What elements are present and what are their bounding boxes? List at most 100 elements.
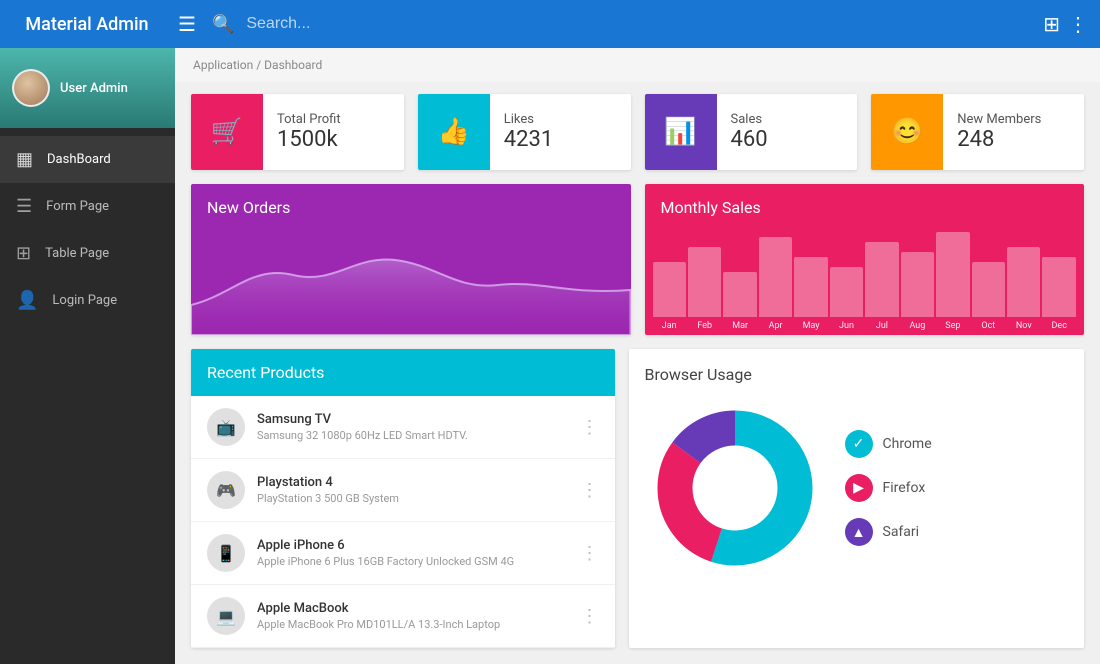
month-label-may: May xyxy=(803,321,820,335)
month-wrap-may: May xyxy=(794,257,827,335)
product-info: Samsung TV Samsung 32 1080p 60Hz LED Sma… xyxy=(257,412,569,442)
month-bar-nov xyxy=(1007,247,1040,317)
search-input[interactable] xyxy=(246,15,1031,33)
product-info: Apple iPhone 6 Apple iPhone 6 Plus 16GB … xyxy=(257,538,569,568)
menu-icon[interactable]: ☰ xyxy=(174,8,200,40)
month-label-oct: Oct xyxy=(981,321,995,335)
product-item: 💻 Apple MacBook Apple MacBook Pro MD101L… xyxy=(191,585,615,648)
month-bar-aug xyxy=(901,252,934,317)
month-bar-jul xyxy=(865,242,898,317)
layout: User Admin ▦ DashBoard ☰ Form Page ⊞ Tab… xyxy=(0,48,1100,664)
product-menu-icon[interactable]: ⋮ xyxy=(581,606,599,627)
sidebar-item-table[interactable]: ⊞ Table Page xyxy=(0,230,175,277)
stat-value-likes: 4231 xyxy=(504,127,553,152)
stat-icon-new-members: 😊 xyxy=(871,94,943,170)
sidebar-item-login[interactable]: 👤 Login Page xyxy=(0,277,175,324)
month-wrap-aug: Aug xyxy=(901,252,934,335)
month-wrap-jan: Jan xyxy=(653,262,686,335)
product-name: Samsung TV xyxy=(257,412,569,427)
product-icon: 📱 xyxy=(207,534,245,572)
new-orders-svg xyxy=(191,225,631,335)
stat-value-sales: 460 xyxy=(731,127,768,152)
month-bar-dec xyxy=(1042,257,1075,317)
dashboard-body: 🛒 Total Profit 1500k 👍 Likes 4231 📊 Sale… xyxy=(175,82,1100,660)
month-label-nov: Nov xyxy=(1016,321,1032,335)
legend-label-chrome: Chrome xyxy=(883,436,932,452)
product-menu-icon[interactable]: ⋮ xyxy=(581,417,599,438)
month-wrap-apr: Apr xyxy=(759,237,792,335)
month-bar-jan xyxy=(653,262,686,317)
month-wrap-sep: Sep xyxy=(936,232,969,335)
legend-dot-firefox: ▶ xyxy=(845,474,873,502)
monthly-sales-chart: Jan Feb Mar Apr May Jun Jul Aug Sep Oc xyxy=(645,225,1085,335)
month-bar-apr xyxy=(759,237,792,317)
product-icon: 💻 xyxy=(207,597,245,635)
stat-card-total-profit: 🛒 Total Profit 1500k xyxy=(191,94,404,170)
legend-item-chrome: ✓ Chrome xyxy=(845,430,932,458)
browser-usage-content: ✓ Chrome ▶ Firefox ▲ Safari xyxy=(645,398,1069,578)
product-name: Apple MacBook xyxy=(257,601,569,616)
month-bar-feb xyxy=(688,247,721,317)
sidebar-nav: ▦ DashBoard ☰ Form Page ⊞ Table Page 👤 L… xyxy=(0,128,175,324)
month-label-aug: Aug xyxy=(909,321,925,335)
browser-usage-title: Browser Usage xyxy=(645,365,1069,384)
new-orders-chart xyxy=(191,225,631,335)
month-wrap-dec: Dec xyxy=(1042,257,1075,335)
stat-card-new-members: 😊 New Members 248 xyxy=(871,94,1084,170)
month-bar-oct xyxy=(972,262,1005,317)
monthly-sales-header: Monthly Sales xyxy=(645,184,1085,225)
donut-svg xyxy=(645,398,825,578)
product-desc: PlayStation 3 500 GB System xyxy=(257,492,569,505)
recent-products-card: Recent Products 📺 Samsung TV Samsung 32 … xyxy=(191,349,615,648)
breadcrumb: Application / Dashboard xyxy=(175,48,1100,82)
month-label-mar: Mar xyxy=(732,321,748,335)
product-icon: 📺 xyxy=(207,408,245,446)
recent-products-header: Recent Products xyxy=(191,349,615,396)
sidebar-item-dashboard[interactable]: ▦ DashBoard xyxy=(0,136,175,183)
form-icon: ☰ xyxy=(16,196,32,217)
month-wrap-jun: Jun xyxy=(830,267,863,335)
sidebar-item-label: Table Page xyxy=(45,246,109,261)
legend-dot-chrome: ✓ xyxy=(845,430,873,458)
product-item: 📱 Apple iPhone 6 Apple iPhone 6 Plus 16G… xyxy=(191,522,615,585)
month-wrap-mar: Mar xyxy=(723,272,756,335)
products-list: 📺 Samsung TV Samsung 32 1080p 60Hz LED S… xyxy=(191,396,615,648)
topbar-actions: ⊞ ⋮ xyxy=(1043,12,1088,36)
product-info: Playstation 4 PlayStation 3 500 GB Syste… xyxy=(257,475,569,505)
dashboard-icon: ▦ xyxy=(16,149,33,170)
stat-icon-total-profit: 🛒 xyxy=(191,94,263,170)
month-bar-sep xyxy=(936,232,969,317)
legend-label-safari: Safari xyxy=(883,524,920,540)
table-icon: ⊞ xyxy=(16,243,31,264)
more-icon[interactable]: ⋮ xyxy=(1068,12,1088,36)
month-label-apr: Apr xyxy=(769,321,783,335)
sidebar-username: User Admin xyxy=(60,81,128,96)
grid-icon[interactable]: ⊞ xyxy=(1043,12,1060,36)
sidebar: User Admin ▦ DashBoard ☰ Form Page ⊞ Tab… xyxy=(0,48,175,664)
month-label-jan: Jan xyxy=(662,321,677,335)
sidebar-item-label: DashBoard xyxy=(47,152,111,167)
product-menu-icon[interactable]: ⋮ xyxy=(581,543,599,564)
month-wrap-jul: Jul xyxy=(865,242,898,335)
new-orders-card: New Orders xyxy=(191,184,631,335)
month-wrap-oct: Oct xyxy=(972,262,1005,335)
legend-label-firefox: Firefox xyxy=(883,480,926,496)
topbar: Material Admin ☰ 🔍 ⊞ ⋮ xyxy=(0,0,1100,48)
product-menu-icon[interactable]: ⋮ xyxy=(581,480,599,501)
main-content: Application / Dashboard 🛒 Total Profit 1… xyxy=(175,48,1100,664)
stat-value-new-members: 248 xyxy=(957,127,1041,152)
product-desc: Samsung 32 1080p 60Hz LED Smart HDTV. xyxy=(257,429,569,442)
stat-info-sales: Sales 460 xyxy=(717,102,782,162)
month-label-jul: Jul xyxy=(876,321,888,335)
avatar-image xyxy=(14,71,48,105)
legend-dot-safari: ▲ xyxy=(845,518,873,546)
legend-item-firefox: ▶ Firefox xyxy=(845,474,932,502)
month-bar-mar xyxy=(723,272,756,317)
product-desc: Apple iPhone 6 Plus 16GB Factory Unlocke… xyxy=(257,555,569,568)
login-icon: 👤 xyxy=(16,290,38,311)
sidebar-item-form[interactable]: ☰ Form Page xyxy=(0,183,175,230)
stat-info-new-members: New Members 248 xyxy=(943,102,1055,162)
stat-info-likes: Likes 4231 xyxy=(490,102,567,162)
month-label-feb: Feb xyxy=(697,321,712,335)
product-name: Playstation 4 xyxy=(257,475,569,490)
